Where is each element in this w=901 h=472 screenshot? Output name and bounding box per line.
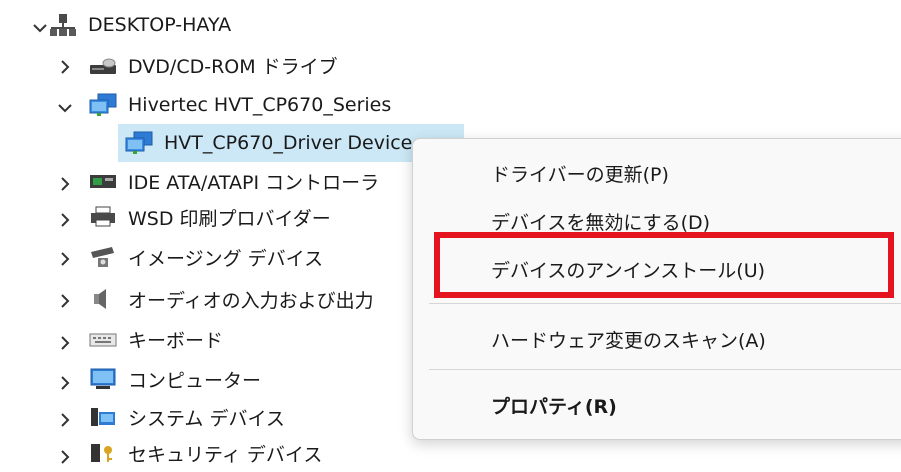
tree-item-label: コンピューター (128, 369, 262, 392)
camera-icon (88, 244, 118, 270)
ide-controller-icon (88, 168, 118, 194)
menu-separator (429, 303, 901, 304)
network-monitor-icon (88, 92, 118, 118)
chevron-right-icon[interactable] (55, 373, 75, 393)
tree-item-system[interactable]: システム デバイス (88, 398, 285, 436)
chevron-right-icon[interactable] (55, 174, 75, 194)
tree-item-label: WSD 印刷プロバイダー (128, 207, 331, 230)
keyboard-icon (88, 326, 118, 352)
chevron-right-icon[interactable] (55, 333, 75, 353)
tree-item-label: DVD/CD-ROM ドライブ (128, 55, 338, 78)
computer-network-icon (48, 12, 78, 38)
chevron-right-icon[interactable] (55, 447, 75, 467)
chevron-right-icon[interactable] (55, 410, 75, 430)
tree-item-security[interactable]: セキュリティ デバイス (88, 434, 322, 472)
tree-item-driver-device[interactable]: HVT_CP670_Driver Device (124, 124, 412, 162)
tree-item-label: イメージング デバイス (128, 247, 324, 270)
tree-item-imaging[interactable]: イメージング デバイス (88, 238, 323, 276)
chevron-right-icon[interactable] (55, 57, 75, 77)
tree-item-label: Hivertec HVT_CP670_Series (128, 94, 392, 116)
tree-item-label: HVT_CP670_Driver Device (164, 132, 413, 154)
menu-item-scan-hardware[interactable]: ハードウェア変更のスキャン(A) (491, 321, 766, 357)
chevron-right-icon[interactable] (55, 249, 75, 269)
tree-item-audio[interactable]: オーディオの入力および出力 (88, 280, 374, 318)
network-monitor-icon (124, 130, 154, 156)
chevron-down-icon[interactable] (30, 18, 50, 38)
security-key-icon (88, 440, 118, 466)
chevron-right-icon[interactable] (55, 291, 75, 311)
menu-separator (429, 369, 901, 370)
printer-icon (88, 204, 118, 230)
menu-item-properties[interactable]: プロパティ(R) (491, 387, 617, 423)
highlight-annotation-box (434, 232, 894, 298)
tree-item-label: IDE ATA/ATAPI コントローラ (128, 171, 380, 194)
dvd-drive-icon (88, 52, 118, 78)
system-folder-icon (88, 404, 118, 430)
monitor-icon (88, 366, 118, 392)
menu-item-update-driver[interactable]: ドライバーの更新(P) (491, 155, 669, 191)
tree-item-dvd[interactable]: DVD/CD-ROM ドライブ (88, 46, 338, 84)
tree-item-label: オーディオの入力および出力 (128, 289, 374, 312)
tree-item-wsd[interactable]: WSD 印刷プロバイダー (88, 198, 331, 236)
tree-item-label: セキュリティ デバイス (128, 443, 323, 466)
tree-root[interactable]: DESKTOP-HAYA (48, 6, 231, 44)
speaker-icon (88, 286, 118, 312)
tree-item-label: システム デバイス (128, 407, 285, 430)
tree-item-label: キーボード (128, 329, 224, 352)
tree-root-label: DESKTOP-HAYA (88, 14, 232, 36)
tree-item-keyboard[interactable]: キーボード (88, 320, 223, 358)
tree-item-computer[interactable]: コンピューター (88, 360, 261, 398)
tree-item-ide[interactable]: IDE ATA/ATAPI コントローラ (88, 162, 379, 200)
tree-item-hivertec[interactable]: Hivertec HVT_CP670_Series (88, 86, 391, 124)
chevron-right-icon[interactable] (55, 210, 75, 230)
chevron-down-icon[interactable] (55, 98, 75, 118)
